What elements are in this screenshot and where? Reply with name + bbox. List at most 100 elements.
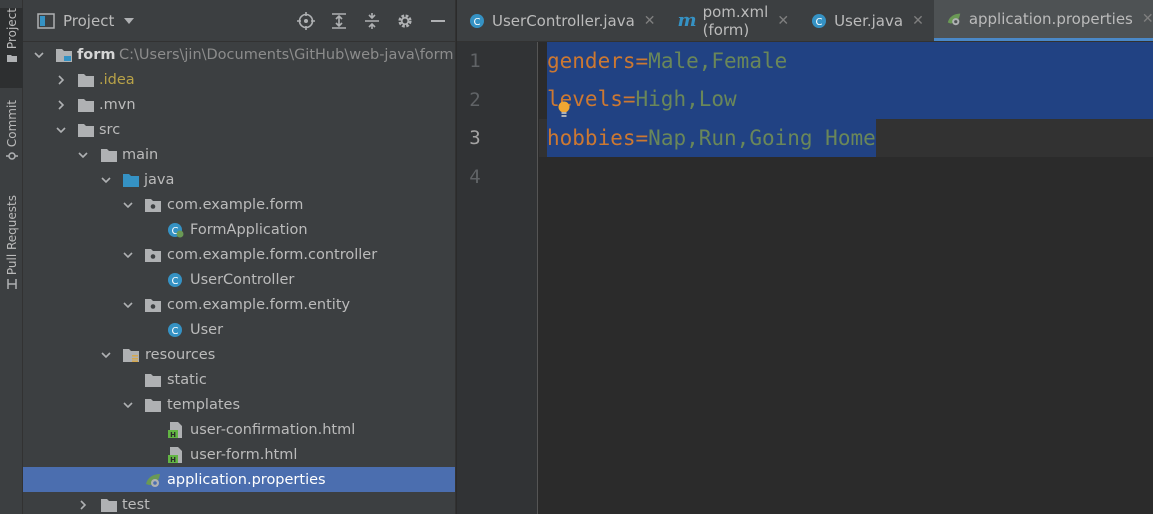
tree-row-mvn[interactable]: .mvn <box>23 92 455 117</box>
property-equals: = <box>622 87 636 111</box>
chevron-down-icon[interactable] <box>122 199 134 211</box>
commit-tool-label: Commit <box>4 100 19 148</box>
chevron-down-icon[interactable] <box>77 149 89 161</box>
code-line[interactable]: genders = Male,Female <box>547 42 787 80</box>
close-icon[interactable]: ✕ <box>912 13 924 29</box>
folder-icon <box>101 498 117 512</box>
html-icon: H <box>168 446 182 463</box>
tree-label: FormApplication <box>190 221 308 238</box>
tree-row-package-controller[interactable]: com.example.form.controller <box>23 242 455 267</box>
folder-icon <box>78 73 94 87</box>
tree-row-resources[interactable]: resources <box>23 342 455 367</box>
property-key: genders <box>547 49 636 73</box>
project-tool-button[interactable]: Project <box>0 8 23 88</box>
line-number: 1 <box>469 50 481 72</box>
tree-row-static[interactable]: static <box>23 367 455 392</box>
source-folder-icon <box>123 173 139 187</box>
tab-pom[interactable]: m pom.xml (form) ✕ <box>666 0 800 41</box>
chevron-down-icon[interactable] <box>122 249 134 261</box>
tab-label: application.properties <box>968 10 1133 28</box>
tree-label: UserController <box>190 271 295 288</box>
folder-icon <box>78 98 94 112</box>
line-number: 2 <box>469 89 481 111</box>
chevron-right-icon[interactable] <box>77 499 89 511</box>
project-view-icon <box>37 12 55 29</box>
chevron-right-icon[interactable] <box>55 99 67 111</box>
svg-text:H: H <box>170 431 176 438</box>
pull-requests-tool-button[interactable]: Pull Requests <box>0 195 23 295</box>
tree-row-java[interactable]: java <box>23 167 455 192</box>
lightbulb-icon[interactable] <box>557 100 571 120</box>
tree-row-package-entity[interactable]: com.example.form.entity <box>23 292 455 317</box>
tree-row-templates[interactable]: templates <box>23 392 455 417</box>
tree-row-main[interactable]: main <box>23 142 455 167</box>
folder-icon <box>145 398 161 412</box>
svg-text:C: C <box>816 17 823 28</box>
svg-text:C: C <box>474 17 481 28</box>
spring-properties-icon <box>947 13 961 26</box>
chevron-right-icon[interactable] <box>55 74 67 86</box>
chevron-down-icon[interactable] <box>122 299 134 311</box>
package-icon <box>145 298 161 312</box>
tree-row-user[interactable]: C User <box>23 317 455 342</box>
pull-request-icon <box>6 279 17 290</box>
locate-icon[interactable] <box>296 11 315 30</box>
project-tool-label: Project <box>4 8 19 50</box>
code-line[interactable]: hobbies = Nap,Run,Going Home <box>547 119 876 157</box>
tree-row-test[interactable]: test <box>23 492 455 514</box>
tab-label: User.java <box>834 11 904 30</box>
property-value: Nap,Run,Going Home <box>648 126 876 150</box>
tab-user[interactable]: C User.java ✕ <box>799 0 934 41</box>
chevron-down-icon[interactable] <box>33 49 45 61</box>
code-line[interactable]: levels = High,Low <box>547 80 737 118</box>
tree-row-form[interactable]: form C:\Users\jin\Documents\GitHub\web-j… <box>23 42 455 67</box>
class-icon: C <box>812 13 827 28</box>
gear-icon[interactable] <box>395 11 414 30</box>
close-icon[interactable]: ✕ <box>777 13 789 29</box>
tab-application-properties[interactable]: application.properties ✕ <box>933 0 1153 41</box>
property-value: High,Low <box>635 87 737 111</box>
tree-label: com.example.form.entity <box>167 296 351 313</box>
tree-row-src[interactable]: src <box>23 117 455 142</box>
tree-row-package-form[interactable]: com.example.form <box>23 192 455 217</box>
package-icon <box>145 248 161 262</box>
close-icon[interactable]: ✕ <box>1142 11 1153 27</box>
tree-label: .mvn <box>99 96 136 113</box>
tree-row-application-properties[interactable]: application.properties <box>23 467 455 492</box>
editor-gutter: 1 2 3 4 <box>457 42 538 514</box>
tree-label: src <box>99 121 121 138</box>
chevron-down-icon[interactable] <box>124 17 135 24</box>
tab-label: pom.xml (form) <box>702 2 769 39</box>
chevron-down-icon[interactable] <box>55 124 67 136</box>
pull-requests-tool-label: Pull Requests <box>4 195 19 276</box>
close-icon[interactable]: ✕ <box>644 13 656 29</box>
folder-icon <box>6 55 17 63</box>
project-panel-title[interactable]: Project <box>63 12 114 30</box>
spring-properties-icon <box>146 473 160 487</box>
collapse-all-icon[interactable] <box>362 11 381 30</box>
module-folder-icon <box>56 48 72 62</box>
tree-row-user-confirmation[interactable]: H user-confirmation.html <box>23 417 455 442</box>
hide-icon[interactable] <box>428 11 447 30</box>
chevron-down-icon[interactable] <box>122 399 134 411</box>
line-number: 3 <box>469 127 481 149</box>
maven-icon: m <box>677 10 697 31</box>
tab-usercontroller[interactable]: C UserController.java ✕ <box>457 0 666 41</box>
tree-label: user-form.html <box>190 446 298 463</box>
tree-row-idea[interactable]: .idea <box>23 67 455 92</box>
tree-row-usercontroller[interactable]: C UserController <box>23 267 455 292</box>
tool-window-stripe: Project Commit Pull Requests <box>0 0 23 514</box>
tree-row-formapplication[interactable]: C FormApplication <box>23 217 455 242</box>
commit-icon <box>5 152 18 160</box>
chevron-down-icon[interactable] <box>100 349 112 361</box>
chevron-down-icon[interactable] <box>100 174 112 186</box>
svg-text:C: C <box>172 326 179 337</box>
tree-label: .idea <box>99 71 135 88</box>
tree-row-user-form[interactable]: H user-form.html <box>23 442 455 467</box>
resources-folder-icon <box>123 348 139 362</box>
commit-tool-button[interactable]: Commit <box>0 100 23 170</box>
code-editor[interactable]: genders = Male,Female levels = High,Low hobb… <box>539 42 1153 514</box>
folder-icon <box>101 148 117 162</box>
expand-all-icon[interactable] <box>329 11 348 30</box>
tree-label: user-confirmation.html <box>190 421 356 438</box>
